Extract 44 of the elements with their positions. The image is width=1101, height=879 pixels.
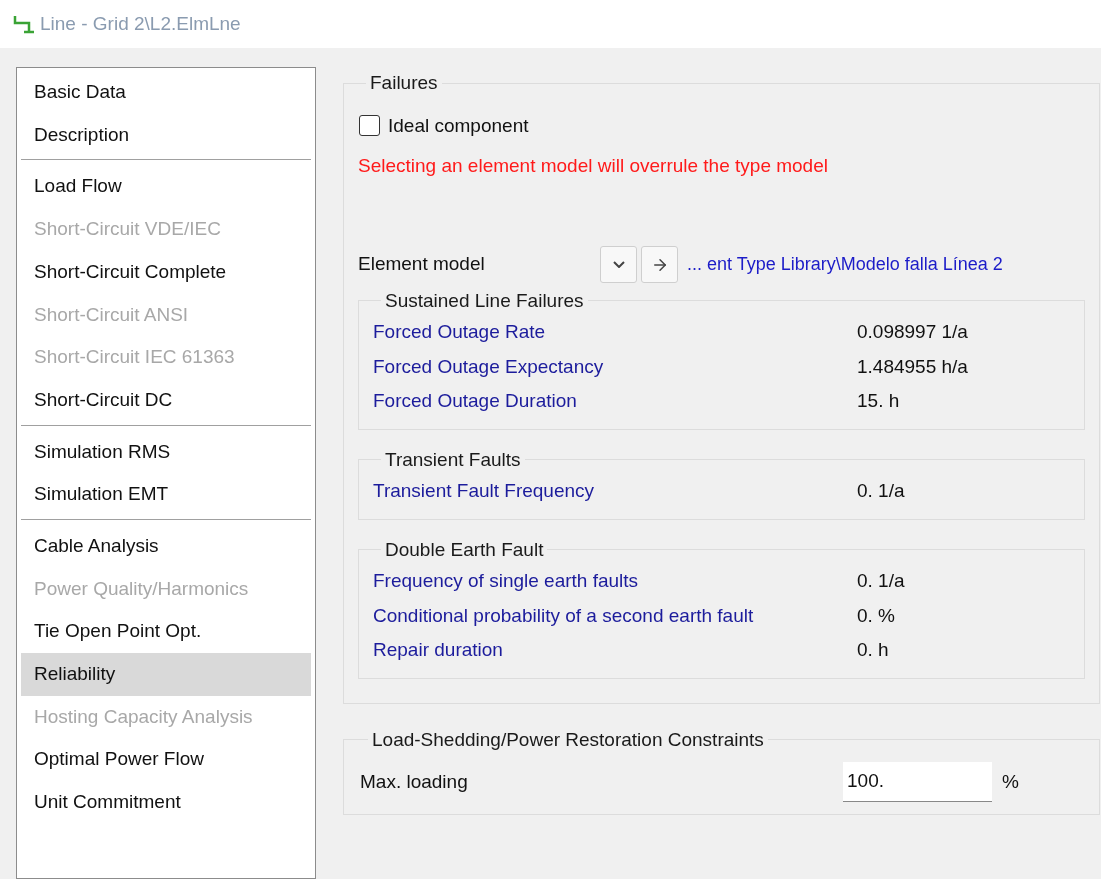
field-value: 0. 1/a: [857, 479, 905, 503]
field-label: Forced Outage Expectancy: [373, 354, 605, 379]
group-title: Double Earth Fault: [385, 538, 544, 560]
field-label: Forced Outage Duration: [373, 389, 578, 413]
group-title: Load-Shedding/Power Restoration Constraints: [372, 728, 764, 750]
field-label: Element model: [358, 252, 486, 277]
unit-label: %: [1002, 769, 1019, 794]
checkbox-label: Ideal component: [388, 113, 529, 138]
group-title: Sustained Line Failures: [385, 289, 584, 311]
field-label: Frequency of single earth faults: [373, 569, 640, 593]
group-title: Failures: [370, 72, 438, 93]
field-label: Transient Fault Frequency: [373, 479, 596, 503]
group-title: Transient Faults: [385, 448, 521, 470]
field-label: Conditional probability of a second earth fault: [373, 603, 755, 628]
sidebar-item[interactable]: Description: [21, 113, 311, 157]
sidebar-item[interactable]: Unit Commitment: [21, 781, 311, 824]
line-icon: [12, 14, 34, 34]
chevron-down-icon: [612, 261, 625, 268]
max-loading-field[interactable]: 100.: [843, 762, 992, 802]
sidebar-item[interactable]: Tie Open Point Opt.: [21, 610, 311, 653]
sidebar-item[interactable]: Simulation RMS: [21, 430, 311, 474]
field-label: Repair duration: [373, 638, 504, 662]
field-label: Max. loading: [360, 769, 469, 794]
sidebar-item[interactable]: Simulation EMT: [21, 473, 311, 516]
field-value: 0. 1/a: [857, 569, 905, 593]
sidebar-item[interactable]: Optimal Power Flow: [21, 738, 311, 781]
field-label: Forced Outage Rate: [373, 320, 547, 344]
window-title: Line - Grid 2\L2.ElmLne: [40, 11, 241, 36]
field-value: 15. h: [857, 389, 900, 413]
field-value: 0. h: [857, 638, 889, 662]
sidebar-item[interactable]: Reliability: [21, 652, 311, 696]
field-value: 0. %: [857, 603, 896, 628]
sidebar-item[interactable]: Cable Analysis: [21, 524, 311, 568]
checkbox[interactable]: [359, 115, 380, 137]
sidebar-item[interactable]: Basic Data: [21, 71, 311, 114]
sidebar-item[interactable]: Short-Circuit DC: [21, 378, 311, 422]
sidebar-item[interactable]: Short-Circuit Complete: [21, 250, 311, 294]
warning-text: Selecting an element model will overrule the type model: [358, 154, 829, 178]
dropdown-button[interactable]: [600, 246, 637, 283]
sidebar-item[interactable]: Load Flow: [21, 165, 311, 209]
jump-button[interactable]: [641, 246, 678, 283]
field-value: 0.098997 1/a: [857, 320, 968, 344]
model-link[interactable]: ... ent Type Library\Modelo falla Línea 2: [687, 251, 1003, 278]
field-value: 1.484955 h/a: [857, 354, 968, 379]
